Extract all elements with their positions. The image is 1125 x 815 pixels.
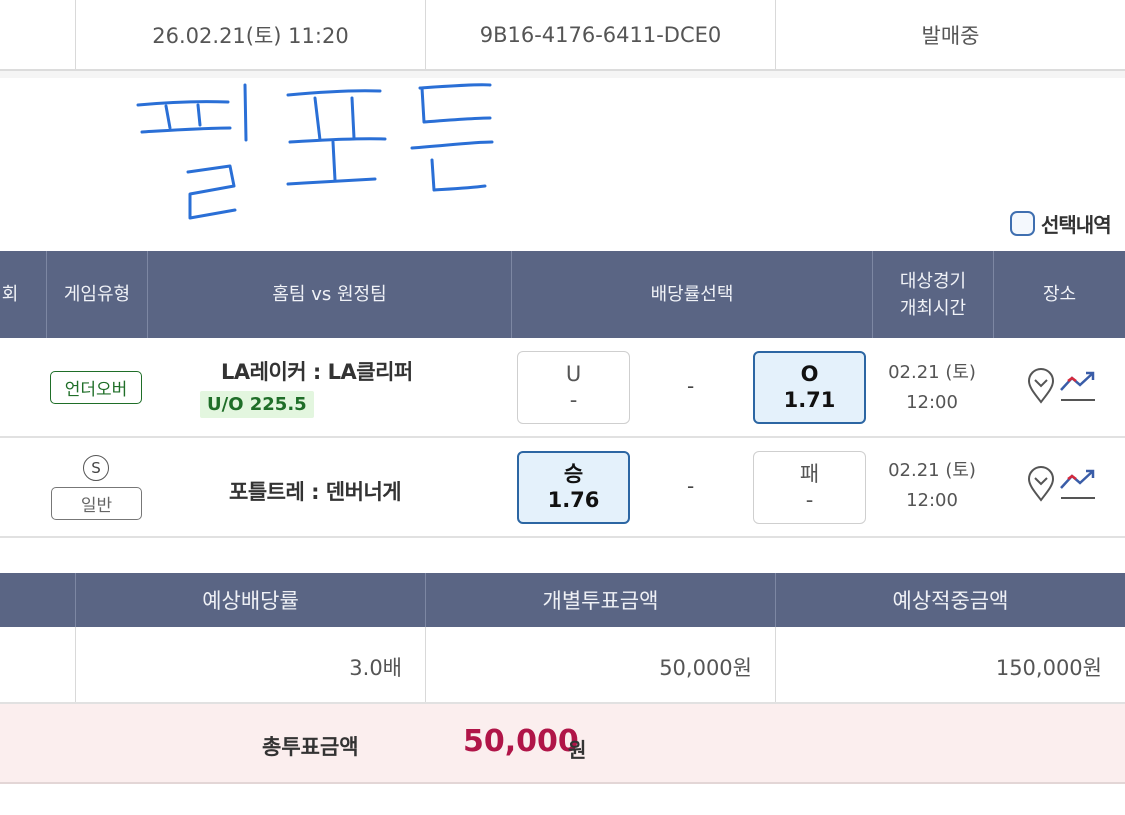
slip-status: 발매중 bbox=[921, 23, 980, 48]
match-teams: LA레이커 : LA클리퍼 bbox=[221, 360, 413, 384]
location-pin-icon[interactable] bbox=[1026, 367, 1056, 405]
summary-header: 예상배당률 개별투표금액 예상적중금액 bbox=[0, 573, 1125, 627]
header-place: 장소 bbox=[1042, 284, 1077, 305]
selected-history-toggle[interactable]: 선택내역 bbox=[1010, 209, 1112, 238]
header-match-time: 대상경기 개최시간 bbox=[873, 251, 993, 338]
game-type-badge: 일반 bbox=[51, 487, 142, 520]
header-round: 회 bbox=[1, 284, 19, 305]
header-teams: 홈팀 vs 원정팀 bbox=[272, 284, 387, 305]
row-divider bbox=[0, 536, 1125, 538]
odds-button-over[interactable]: O 1.71 bbox=[753, 351, 866, 424]
odds-label: 패 bbox=[799, 462, 820, 487]
odds-draw: - bbox=[687, 474, 695, 498]
header-match-time-line1: 대상경기 bbox=[899, 270, 967, 292]
header-expected-win: 예상적중금액 bbox=[892, 589, 1009, 613]
total-amount: 50,000 bbox=[463, 724, 579, 759]
header-match-time-line2: 개최시간 bbox=[899, 297, 967, 319]
single-game-icon: S bbox=[83, 455, 109, 481]
header-individual-amount: 개별투표금액 bbox=[542, 589, 659, 613]
spacer-band bbox=[0, 71, 1125, 78]
match-clock: 12:00 bbox=[906, 489, 958, 511]
expected-odds-value: 3.0배 bbox=[349, 656, 402, 680]
match-time: 02.21 (토) 12:00 bbox=[877, 358, 987, 417]
row-divider bbox=[0, 436, 1125, 438]
odds-button-win[interactable]: 승 1.76 bbox=[517, 451, 630, 524]
slip-date: 26.02.21(토) 11:20 bbox=[152, 23, 349, 48]
odds-label: O bbox=[800, 362, 819, 387]
odds-button-lose[interactable]: 패 - bbox=[753, 451, 866, 524]
match-date: 02.21 (토) bbox=[888, 362, 976, 383]
under-over-line-badge: U/O 225.5 bbox=[200, 391, 314, 418]
odds-value: 1.76 bbox=[547, 487, 600, 512]
game-table-header: 회 게임유형 홈팀 vs 원정팀 배당률선택 대상경기 개최시간 장소 bbox=[0, 251, 1125, 338]
selected-history-checkbox[interactable] bbox=[1010, 211, 1035, 236]
match-date: 02.21 (토) bbox=[888, 460, 976, 481]
odds-value: - bbox=[569, 387, 578, 412]
match-teams: 포틀트레 : 덴버너게 bbox=[229, 480, 402, 504]
location-pin-icon[interactable] bbox=[1026, 465, 1056, 503]
slip-id: 9B16-4176-6411-DCE0 bbox=[479, 22, 722, 47]
odds-label: 승 bbox=[563, 462, 584, 487]
handwritten-scribble bbox=[136, 83, 494, 220]
total-label: 총투표금액 bbox=[262, 735, 359, 759]
game-type-badge: 언더오버 bbox=[50, 371, 142, 404]
selected-history-label: 선택내역 bbox=[1041, 213, 1112, 237]
expected-win-value: 150,000원 bbox=[995, 656, 1102, 680]
slip-info-row: 26.02.21(토) 11:20 9B16-4176-6411-DCE0 발매… bbox=[0, 0, 1125, 71]
total-unit: 원 bbox=[568, 738, 587, 762]
odds-label: U bbox=[565, 362, 582, 387]
trend-chart-icon[interactable] bbox=[1058, 466, 1098, 502]
trend-chart-icon[interactable] bbox=[1058, 368, 1098, 404]
header-odds-select: 배당률선택 bbox=[650, 284, 734, 305]
odds-value: - bbox=[805, 487, 814, 512]
header-game-type: 게임유형 bbox=[63, 284, 131, 305]
individual-amount-value: 50,000원 bbox=[659, 656, 752, 680]
odds-button-under[interactable]: U - bbox=[517, 351, 630, 424]
match-time: 02.21 (토) 12:00 bbox=[877, 456, 987, 515]
odds-draw: - bbox=[687, 374, 695, 398]
header-expected-odds: 예상배당률 bbox=[202, 589, 299, 613]
total-row: 총투표금액 50,000 원 bbox=[0, 704, 1125, 784]
match-clock: 12:00 bbox=[906, 391, 958, 413]
odds-value: 1.71 bbox=[783, 387, 836, 412]
